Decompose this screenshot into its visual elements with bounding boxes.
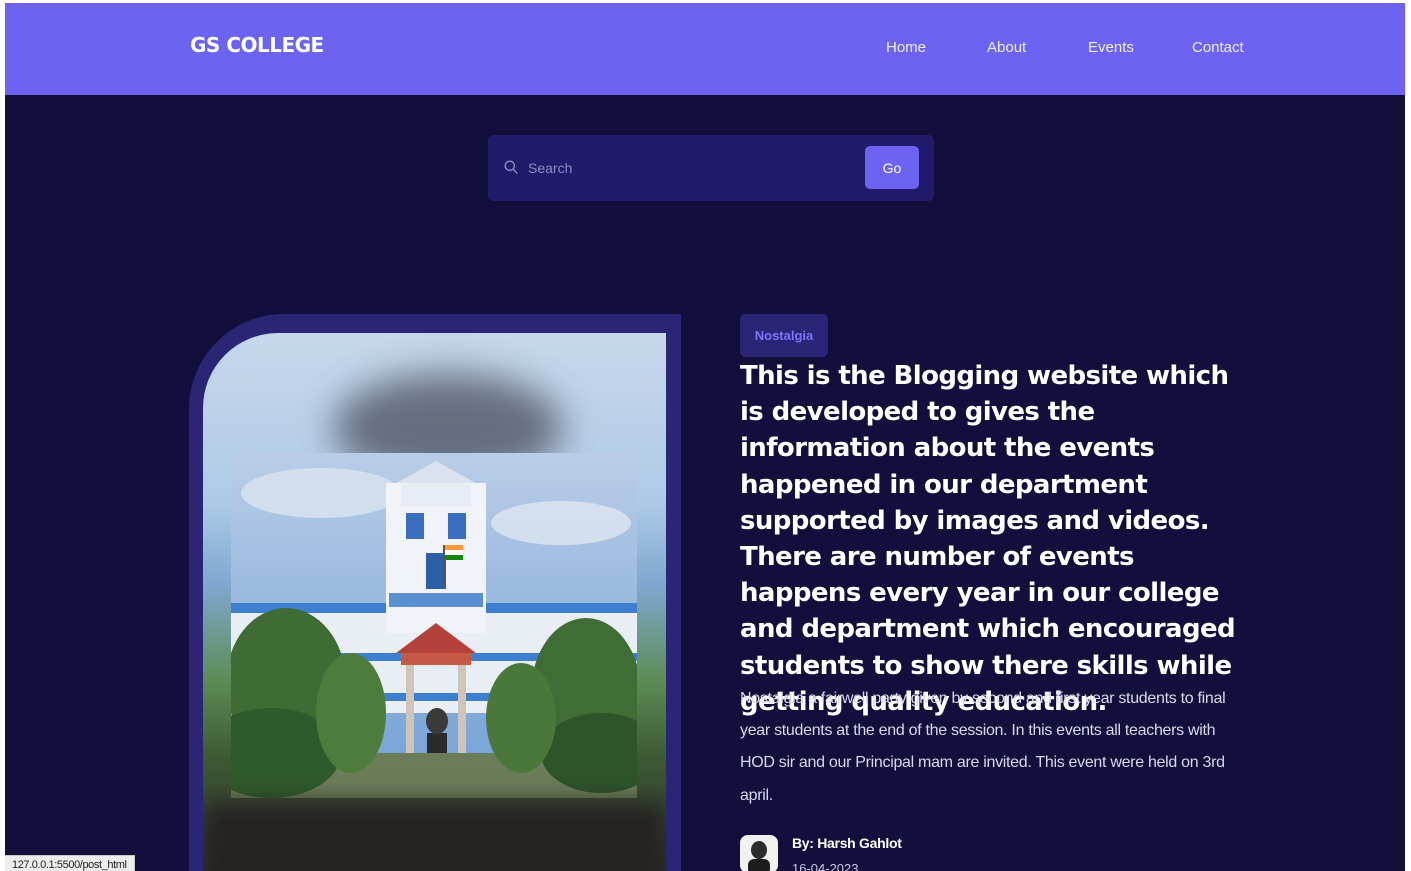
search-input[interactable]	[526, 156, 830, 180]
search-icon	[504, 160, 518, 174]
browser-status-url: 127.0.0.1:5500/post_html	[5, 855, 135, 871]
go-button[interactable]: Go	[865, 146, 919, 189]
search-bar: Go	[488, 135, 934, 201]
avatar	[740, 835, 778, 871]
post-date: 16-04-2023	[792, 861, 859, 871]
nav-link-contact[interactable]: Contact	[1192, 39, 1262, 56]
nav-link-events[interactable]: Events	[1088, 39, 1192, 56]
post-description: Nostalgia a fairwell party given by seco…	[740, 690, 1226, 804]
author-name: By: Harsh Gahlot	[792, 835, 902, 851]
navbar: GS COLLEGE Home About Events Contact	[5, 3, 1405, 95]
avatar-image	[740, 835, 778, 871]
post-image	[203, 333, 666, 871]
post-title: This is the Blogging website which is de…	[740, 361, 1236, 717]
page: GS COLLEGE Home About Events Contact Go	[5, 3, 1405, 871]
brand-logo[interactable]: GS COLLEGE	[190, 33, 324, 57]
nav-link-home[interactable]: Home	[886, 39, 987, 56]
post-image-card	[189, 314, 681, 871]
category-tag[interactable]: Nostalgia	[740, 314, 828, 357]
nav-links: Home About Events Contact	[886, 39, 1262, 56]
college-building-photo	[231, 453, 637, 798]
nav-link-about[interactable]: About	[987, 39, 1088, 56]
